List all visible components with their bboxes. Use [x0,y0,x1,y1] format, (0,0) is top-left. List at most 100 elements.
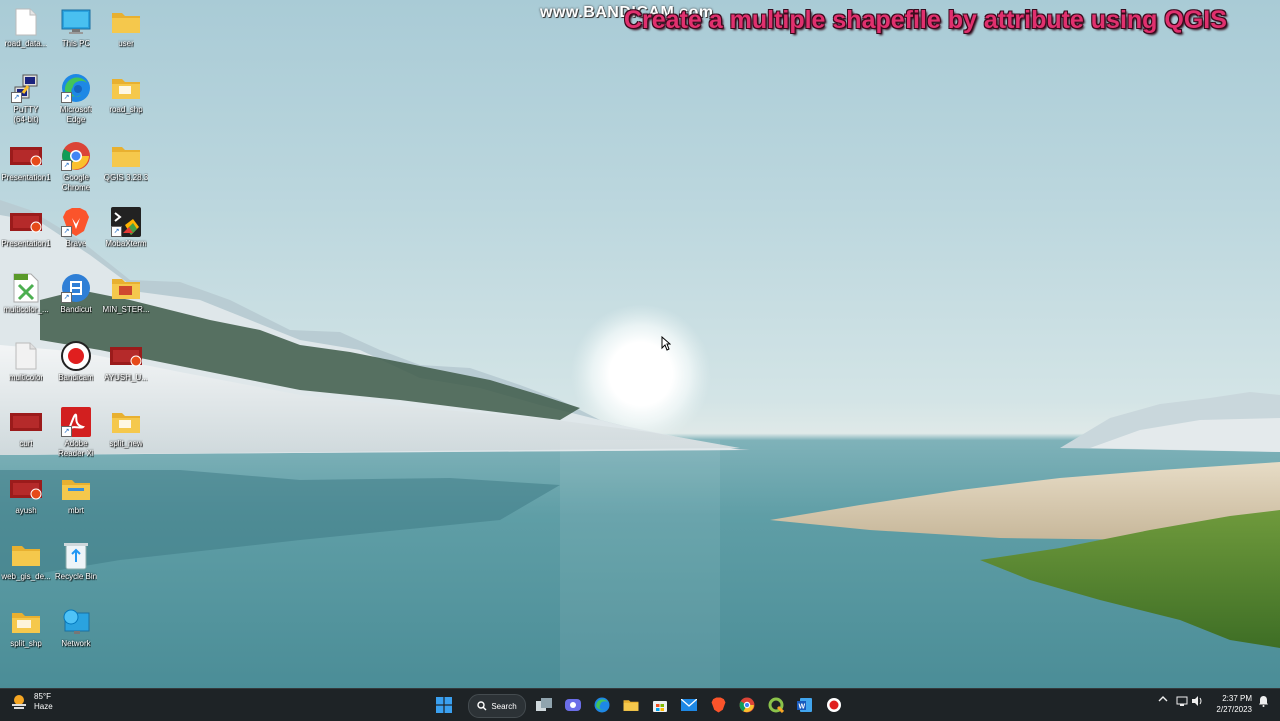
desktop-icon-road-data[interactable]: road_data... [0,6,52,49]
shortcut-arrow-icon: ↗ [61,92,72,103]
desktop-icon-bandicut[interactable]: ↗ Bandicut [50,272,102,315]
desktop-icon-split-shp[interactable]: split_shp [0,606,52,649]
qgis-icon [768,697,784,713]
store-button[interactable] [651,694,669,716]
sun-haze-icon [12,695,26,709]
desktop-icon-label: PuTTY (64-bit) [13,105,39,124]
desktop-icon-network[interactable]: Network [50,606,102,649]
presentation-icon [10,140,42,172]
taskbar-word-button[interactable]: W [796,694,814,716]
word-icon: W [797,698,812,712]
desktop-icon-label: Brave [65,239,87,248]
desktop-icon-curt[interactable]: curt [0,406,52,449]
folder-icon [60,473,92,505]
desktop-icon-label: AYUSH_U... [104,373,148,382]
desktop-icon-label: Presentation1 [1,239,51,248]
weather-widget[interactable]: 85°F Haze [10,692,53,712]
desktop-icon-recycle-bin[interactable]: Recycle Bin [50,539,102,582]
desktop-icon-mbrt[interactable]: mbrt [50,473,102,516]
desktop-icon-mobaxterm[interactable]: ↗ MobaXterm [100,206,152,249]
taskbar-brave-button[interactable] [709,694,727,716]
speaker-icon [1192,696,1202,706]
desktop-icon-label: Network [61,639,91,648]
desktop-icon-user[interactable]: user [100,6,152,49]
desktop-icon-label: mbrt [68,506,84,515]
file-explorer-button[interactable] [622,694,640,716]
desktop-icon-road-shp[interactable]: road_shp [100,72,152,115]
record-icon [60,340,92,372]
clock-time: 2:37 PM [1222,694,1252,703]
weather-description: Haze [34,702,53,711]
taskbar-search-button[interactable]: Search [468,694,526,718]
notification-button[interactable] [1258,695,1269,710]
chat-button[interactable] [564,694,582,716]
desktop-icon-adobe-reader[interactable]: ↗ Adobe Reader XI [50,406,102,459]
store-icon [653,701,667,712]
desktop-icon-label: ayush [15,506,37,515]
chevron-up-icon [1158,696,1168,702]
bandicut-icon: ↗ [60,272,92,304]
show-hidden-icons-button[interactable] [1158,695,1168,706]
desktop-icon-chrome[interactable]: ↗ Google Chrome [50,140,102,193]
desktop-icon-label: This PC [61,39,91,48]
desktop-icon-multicolor[interactable]: multicolor [0,340,52,383]
desktop-icon-presentation1-copy[interactable]: Presentation1 [0,206,52,249]
presentation-icon [110,340,142,372]
desktop-icon-qgis-folder[interactable]: QGIS 3.28.3 [100,140,152,183]
monitor-icon [60,6,92,38]
desktop-icon-label: Adobe Reader XI [57,439,95,458]
desktop-icon-brave[interactable]: ↗ Brave [50,206,102,249]
desktop-icon-multicolor-qgs[interactable]: multicolor_... [0,272,52,315]
desktop-icon-web-gis[interactable]: web_gis_de... [0,539,52,582]
presentation-icon [10,406,42,438]
folder-icon [110,272,142,304]
desktop-icon-label: Bandicam [58,373,94,382]
document-icon [10,6,42,38]
network-icon [60,606,92,638]
network-status-button[interactable] [1176,695,1188,710]
shortcut-arrow-icon: ↗ [61,292,72,303]
brave-icon [711,697,725,713]
volume-button[interactable] [1191,695,1203,710]
desktop-icon-presentation1[interactable]: Presentation1 [0,140,52,183]
desktop-icon-label: multicolor [8,373,44,382]
putty-icon: ↗ [10,72,42,104]
desktop-icon-label: Google Chrome [61,173,91,192]
desktop-icon-putty[interactable]: ↗ PuTTY (64-bit) [0,72,52,125]
desktop-icon-label: split_shp [10,639,42,648]
document-icon [10,340,42,372]
presentation-icon [10,206,42,238]
terminal-icon: ↗ [110,206,142,238]
desktop-icon-split-new[interactable]: split_new [100,406,152,449]
desktop-icon-ayush[interactable]: ayush [0,473,52,516]
task-view-button[interactable] [535,694,553,716]
taskbar-clock[interactable]: 2:37 PM 2/27/2023 [1208,693,1252,715]
chrome-icon [739,697,755,713]
file-explorer-icon [623,700,639,711]
desktop-icon-this-pc[interactable]: This PC [50,6,102,49]
desktop-icon-minister[interactable]: MIN_STER... [100,272,152,315]
desktop-icon-label: user [118,39,134,48]
taskbar-bandicam-button[interactable] [825,694,843,716]
shortcut-arrow-icon: ↗ [61,426,72,437]
desktop-icon-label: Bandicut [60,305,92,314]
desktop-icon-label: split_new [109,439,143,448]
desktop-icon-bandicam[interactable]: Bandicam [50,340,102,383]
desktop-icon-edge[interactable]: ↗ Microsoft Edge [50,72,102,125]
recycle-bin-icon [60,539,92,571]
folder-icon [110,140,142,172]
folder-icon [110,72,142,104]
start-button[interactable] [434,694,454,716]
taskbar-edge-button[interactable] [593,694,611,716]
pdf-icon: ↗ [60,406,92,438]
folder-icon [10,539,42,571]
desktop-icon-ayush-u[interactable]: AYUSH_U... [100,340,152,383]
taskbar-qgis-button[interactable] [767,694,785,716]
video-title-overlay: Create a multiple shapefile by attribute… [624,6,1227,34]
mail-button[interactable] [680,694,698,716]
svg-text:W: W [799,704,806,711]
desktop-icon-label: curt [19,439,33,448]
bell-icon [1259,696,1268,707]
taskbar-chrome-button[interactable] [738,694,756,716]
bandicam-icon [827,698,841,712]
